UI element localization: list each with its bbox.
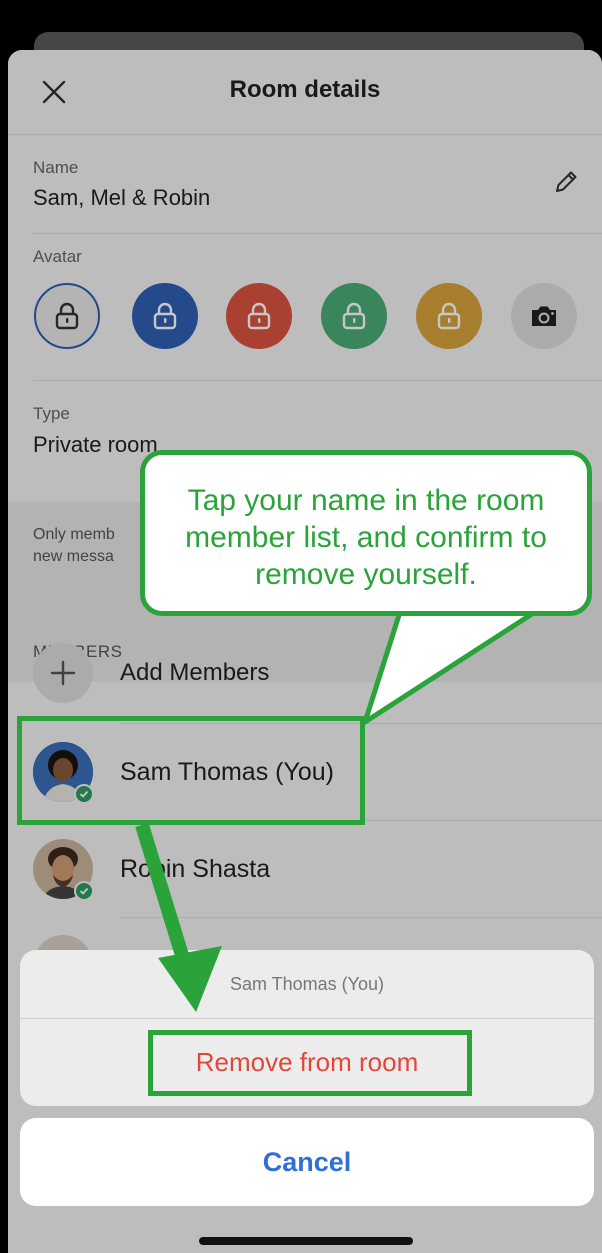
callout-text: Tap your name in the room member list, a… (185, 484, 547, 591)
highlight-member-box (17, 716, 365, 825)
screen: Room details Name Sam, Mel & Robin Avata… (0, 0, 602, 1253)
highlight-remove-box (148, 1030, 472, 1096)
